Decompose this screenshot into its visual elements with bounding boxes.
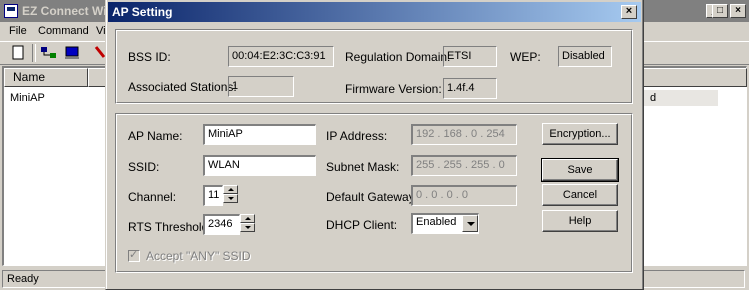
- rts-spinner[interactable]: [240, 214, 255, 232]
- encryption-button[interactable]: Encryption...: [542, 123, 618, 145]
- ip-address-label: IP Address:: [326, 129, 388, 143]
- bss-id-value: 00:04:E2:3C:C3:91: [228, 46, 334, 67]
- channel-spinner[interactable]: [223, 185, 238, 203]
- dhcp-client-select[interactable]: Enabled: [411, 213, 479, 234]
- channel-label: Channel:: [128, 190, 177, 204]
- rts-threshold-input[interactable]: 2346: [203, 214, 240, 235]
- channel-input[interactable]: 11: [203, 185, 223, 206]
- chevron-down-icon[interactable]: [462, 215, 478, 232]
- rts-threshold-label: RTS Threshold:: [128, 220, 212, 234]
- toolbar-separator: [32, 44, 36, 62]
- dialog-title-bar[interactable]: AP Setting ×: [108, 2, 641, 22]
- ssid-label: SSID:: [128, 160, 160, 174]
- main-window-title: EZ Connect Wi: [22, 4, 107, 18]
- spin-down-icon[interactable]: [223, 194, 238, 203]
- default-gateway-input[interactable]: 0 . 0 . 0 . 0: [411, 185, 517, 206]
- associated-stations-label: Associated Stations:: [128, 80, 237, 94]
- ap-name-input[interactable]: MiniAP: [203, 124, 316, 145]
- subnet-mask-input[interactable]: 255 . 255 . 255 . 0: [411, 155, 517, 176]
- wep-value: Disabled: [558, 46, 612, 67]
- wep-label: WEP:: [510, 50, 541, 64]
- subnet-mask-label: Subnet Mask:: [326, 160, 400, 174]
- firmware-version-label: Firmware Version:: [345, 82, 442, 96]
- accept-any-ssid-checkbox[interactable]: [128, 248, 140, 262]
- default-gateway-label: Default Gateway:: [326, 190, 419, 204]
- maximize-button[interactable]: □: [712, 4, 728, 18]
- dhcp-client-label: DHCP Client:: [326, 218, 398, 232]
- computer-icon[interactable]: [64, 45, 82, 62]
- ap-setting-dialog: AP Setting × BSS ID: 00:04:E2:3C:C3:91 R…: [105, 0, 644, 290]
- regulation-domain-value: ETSI: [443, 46, 497, 67]
- ssid-input[interactable]: WLAN: [203, 155, 316, 176]
- dialog-title: AP Setting: [112, 5, 173, 19]
- dialog-close-button[interactable]: ×: [621, 5, 637, 19]
- ip-address-input[interactable]: 192 . 168 . 0 . 254: [411, 124, 517, 145]
- list-item-name[interactable]: MiniAP: [10, 90, 45, 106]
- save-button[interactable]: Save: [541, 158, 619, 182]
- spin-up-icon[interactable]: [223, 185, 238, 194]
- regulation-domain-label: Regulation Domain:: [345, 50, 451, 64]
- app-icon: [4, 4, 18, 18]
- menu-command[interactable]: Command: [38, 25, 89, 37]
- accept-any-ssid-label: Accept "ANY" SSID: [146, 249, 251, 263]
- associated-stations-value: 1: [228, 76, 294, 97]
- column-header-name[interactable]: Name: [4, 68, 88, 87]
- cancel-button[interactable]: Cancel: [542, 184, 618, 206]
- spin-up-icon[interactable]: [240, 214, 255, 223]
- help-button[interactable]: Help: [542, 210, 618, 232]
- dhcp-client-value: Enabled: [416, 216, 457, 228]
- menu-file[interactable]: File: [9, 25, 27, 37]
- firmware-version-value: 1.4f.4: [443, 78, 497, 99]
- new-icon[interactable]: [10, 45, 28, 62]
- ap-name-label: AP Name:: [128, 129, 183, 143]
- network-icon[interactable]: [40, 45, 58, 62]
- spin-down-icon[interactable]: [240, 223, 255, 232]
- main-close-button[interactable]: ×: [730, 4, 746, 18]
- bss-id-label: BSS ID:: [128, 50, 171, 64]
